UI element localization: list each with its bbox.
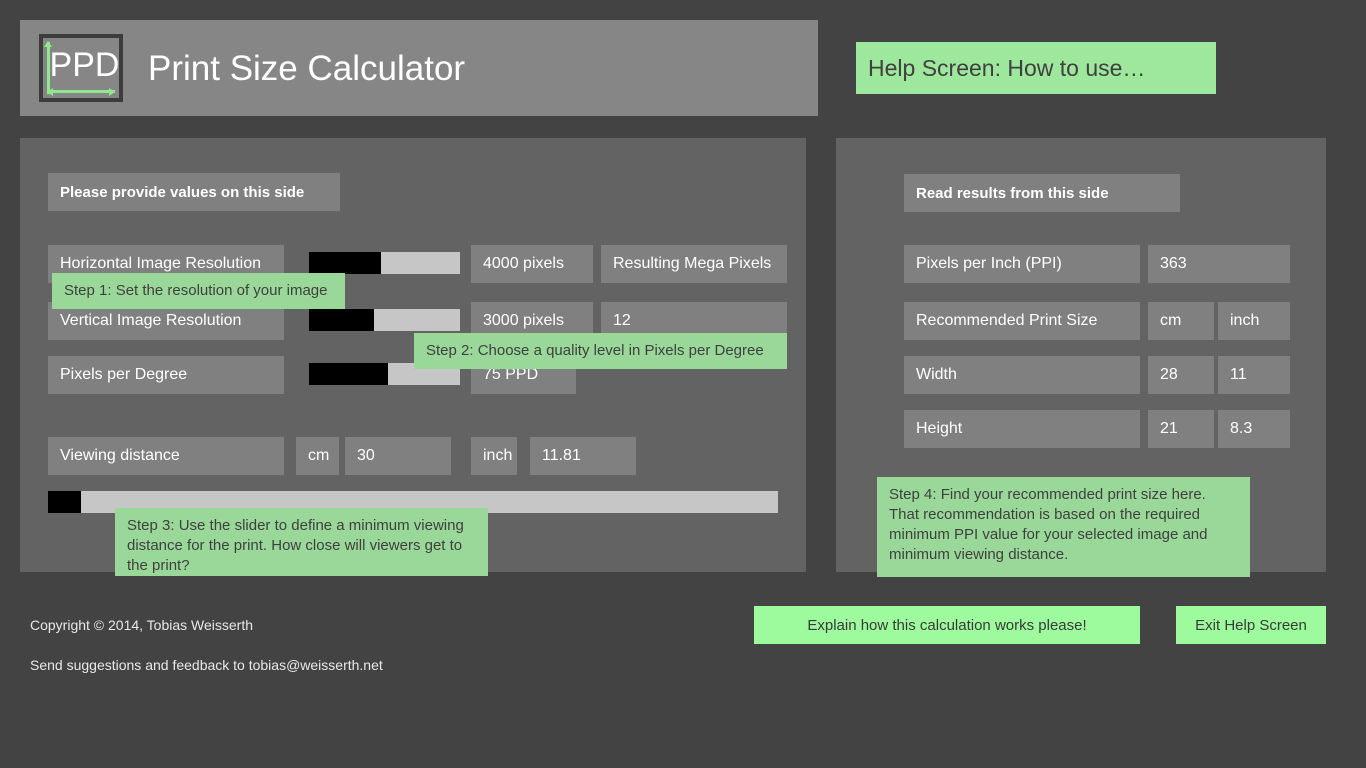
label-viewing-distance: Viewing distance — [48, 437, 284, 475]
logo-ruler-arrow-right-icon — [109, 88, 115, 96]
label-print-width: Width — [904, 356, 1140, 394]
logo-horizontal-ruler-icon — [47, 90, 115, 93]
label-pixels-per-degree: Pixels per Degree — [48, 356, 284, 394]
slider-horizontal-resolution[interactable] — [309, 252, 460, 274]
slider-viewing-distance-fill — [48, 491, 81, 513]
logo-label: PPD — [49, 45, 120, 84]
tooltip-step-2: Step 2: Choose a quality level in Pixels… — [414, 333, 787, 369]
app-header-bar: PPD Print Size Calculator — [20, 20, 818, 116]
slider-vertical-resolution[interactable] — [309, 309, 460, 331]
unit-viewing-distance-inch: inch — [471, 437, 517, 475]
slider-horizontal-resolution-fill — [309, 252, 382, 274]
value-print-width-cm: 28 — [1148, 356, 1214, 394]
page-title: Print Size Calculator — [148, 48, 466, 88]
logo-ruler-arrow-up-icon — [44, 41, 52, 47]
unit-viewing-distance-cm: cm — [296, 437, 339, 475]
label-resulting-megapixels: Resulting Mega Pixels — [601, 245, 787, 283]
tooltip-step-1: Step 1: Set the resolution of your image — [52, 273, 345, 309]
label-pixels-per-inch: Pixels per Inch (PPI) — [904, 245, 1140, 283]
help-screen-header: Help Screen: How to use… — [856, 42, 1216, 94]
input-panel-title: Please provide values on this side — [48, 173, 340, 211]
copyright-text: Copyright © 2014, Tobias Weisserth — [30, 617, 254, 633]
value-print-height-cm: 21 — [1148, 410, 1214, 448]
slider-vertical-resolution-fill — [309, 309, 374, 331]
ppd-logo: PPD — [39, 34, 123, 102]
header-print-size-cm: cm — [1148, 302, 1214, 340]
tooltip-step-3: Step 3: Use the slider to define a minim… — [115, 508, 488, 576]
label-print-height: Height — [904, 410, 1140, 448]
value-pixels-per-inch: 363 — [1148, 245, 1290, 283]
logo-vertical-ruler-icon — [47, 42, 50, 94]
feedback-text: Send suggestions and feedback to tobias@… — [30, 657, 383, 673]
explain-calculation-button[interactable]: Explain how this calculation works pleas… — [754, 606, 1140, 644]
logo-ruler-arrow-left-icon — [47, 88, 53, 96]
value-viewing-distance-inch: 11.81 — [530, 437, 636, 475]
exit-help-screen-button[interactable]: Exit Help Screen — [1176, 606, 1326, 644]
label-recommended-print-size: Recommended Print Size — [904, 302, 1140, 340]
results-panel-title: Read results from this side — [904, 174, 1180, 212]
tooltip-step-4: Step 4: Find your recommended print size… — [877, 477, 1250, 577]
value-viewing-distance-cm[interactable]: 30 — [345, 437, 451, 475]
value-horizontal-resolution[interactable]: 4000 pixels — [471, 245, 593, 283]
value-print-height-inch: 8.3 — [1218, 410, 1290, 448]
slider-pixels-per-degree-fill — [309, 363, 388, 385]
value-print-width-inch: 11 — [1218, 356, 1290, 394]
header-print-size-inch: inch — [1218, 302, 1290, 340]
